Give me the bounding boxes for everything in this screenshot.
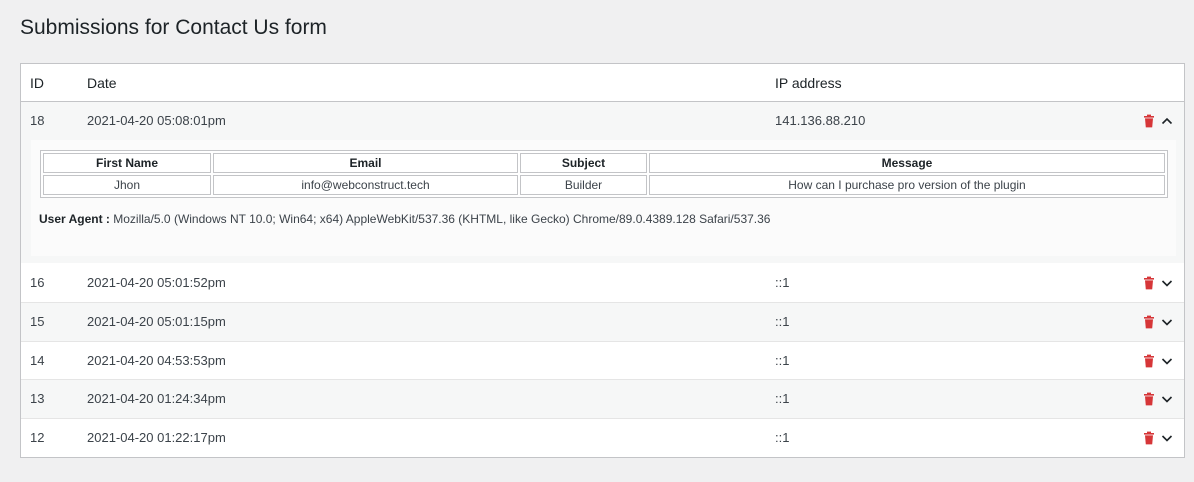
trash-icon[interactable] — [1142, 276, 1156, 290]
field-value-row: Jhon info@webconstruct.tech Builder How … — [43, 175, 1165, 195]
table-row[interactable]: 12 2021-04-20 01:22:17pm ::1 — [21, 418, 1184, 457]
submission-ip: ::1 — [775, 353, 790, 368]
trash-icon[interactable] — [1142, 315, 1156, 329]
submission-id: 15 — [30, 314, 45, 329]
chevron-up-icon[interactable] — [1160, 114, 1174, 128]
field-value-message: How can I purchase pro version of the pl… — [649, 175, 1165, 195]
submission-ip: 141.136.88.210 — [775, 113, 866, 128]
page-title: Submissions for Contact Us form — [20, 16, 327, 39]
row-actions — [1142, 431, 1174, 445]
chevron-down-icon[interactable] — [1160, 354, 1174, 368]
chevron-down-icon[interactable] — [1160, 392, 1174, 406]
row-actions — [1142, 354, 1174, 368]
user-agent: User Agent : Mozilla/5.0 (Windows NT 10.… — [39, 212, 770, 226]
submission-ip: ::1 — [775, 314, 790, 329]
column-header-date: Date — [87, 75, 117, 91]
user-agent-value: Mozilla/5.0 (Windows NT 10.0; Win64; x64… — [113, 212, 771, 226]
trash-icon[interactable] — [1142, 392, 1156, 406]
chevron-down-icon[interactable] — [1160, 276, 1174, 290]
chevron-down-icon[interactable] — [1160, 315, 1174, 329]
row-actions — [1142, 276, 1174, 290]
row-actions — [1142, 315, 1174, 329]
submissions-table: ID Date IP address 18 2021-04-20 05:08:0… — [20, 63, 1185, 458]
submission-id: 18 — [30, 113, 45, 128]
field-header-email: Email — [213, 153, 518, 173]
submission-date: 2021-04-20 05:08:01pm — [87, 113, 226, 128]
row-actions — [1142, 114, 1174, 128]
field-value-subject: Builder — [520, 175, 647, 195]
user-agent-label: User Agent : — [39, 212, 110, 226]
table-row[interactable]: 16 2021-04-20 05:01:52pm ::1 — [21, 264, 1184, 302]
submission-id: 16 — [30, 275, 45, 290]
chevron-down-icon[interactable] — [1160, 431, 1174, 445]
submission-ip: ::1 — [775, 275, 790, 290]
submission-ip: ::1 — [775, 391, 790, 406]
table-header: ID Date IP address — [21, 64, 1184, 102]
submission-id: 14 — [30, 353, 45, 368]
submission-date: 2021-04-20 05:01:52pm — [87, 275, 226, 290]
field-values-table: First Name Email Subject Message Jhon in… — [40, 150, 1168, 198]
table-row[interactable]: 15 2021-04-20 05:01:15pm ::1 — [21, 302, 1184, 341]
field-header-row: First Name Email Subject Message — [43, 153, 1165, 173]
row-actions — [1142, 392, 1174, 406]
submission-date: 2021-04-20 01:24:34pm — [87, 391, 226, 406]
column-header-ip: IP address — [775, 75, 842, 91]
table-row[interactable]: 14 2021-04-20 04:53:53pm ::1 — [21, 341, 1184, 379]
field-value-email: info@webconstruct.tech — [213, 175, 518, 195]
submission-date: 2021-04-20 04:53:53pm — [87, 353, 226, 368]
trash-icon[interactable] — [1142, 354, 1156, 368]
trash-icon[interactable] — [1142, 114, 1156, 128]
field-header-message: Message — [649, 153, 1165, 173]
field-header-first-name: First Name — [43, 153, 211, 173]
field-value-first-name: Jhon — [43, 175, 211, 195]
table-row[interactable]: 13 2021-04-20 01:24:34pm ::1 — [21, 379, 1184, 418]
submission-id: 12 — [30, 430, 45, 445]
column-header-id: ID — [30, 75, 44, 91]
submission-details: First Name Email Subject Message Jhon in… — [31, 140, 1176, 256]
submission-ip: ::1 — [775, 430, 790, 445]
table-row-expanded[interactable]: 18 2021-04-20 05:08:01pm 141.136.88.210 … — [21, 102, 1184, 263]
submission-date: 2021-04-20 01:22:17pm — [87, 430, 226, 445]
submission-id: 13 — [30, 391, 45, 406]
submission-date: 2021-04-20 05:01:15pm — [87, 314, 226, 329]
trash-icon[interactable] — [1142, 431, 1156, 445]
field-header-subject: Subject — [520, 153, 647, 173]
